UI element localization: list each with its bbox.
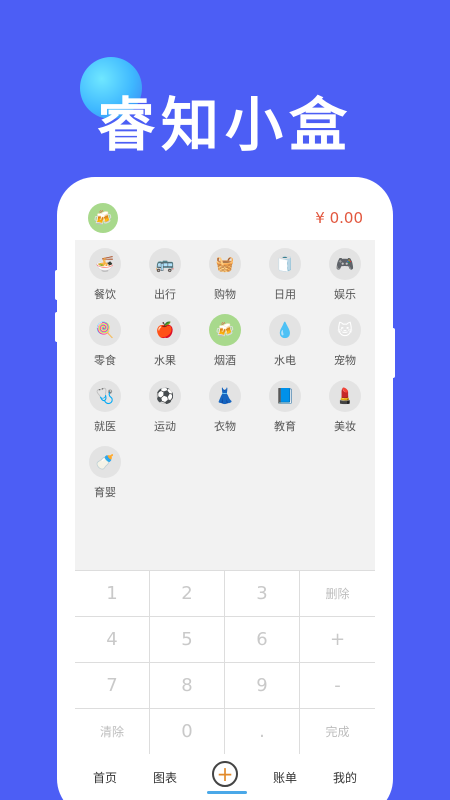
basket-icon: 🧺 [209, 248, 241, 280]
pet-icon: 🐱 [329, 314, 361, 346]
bottom-nav: 首页 图表 + 账单 我的 [75, 754, 375, 800]
category-label: 育婴 [94, 486, 116, 499]
delete-button[interactable]: 删除 [300, 571, 375, 617]
category-label: 餐饮 [94, 288, 116, 301]
category-item[interactable]: 🍎 水果 [135, 314, 195, 372]
category-label: 零食 [94, 354, 116, 367]
category-label: 购物 [214, 288, 236, 301]
plus-button[interactable]: + [300, 617, 375, 663]
number-keypad: 1 2 3 删除 4 5 6 +7 8 9- 清除 0. 完成 [75, 570, 375, 755]
amount-display: ¥ 0.00 [315, 209, 363, 227]
cosmetics-icon: 💄 [329, 380, 361, 412]
category-item[interactable]: ⚽ 运动 [135, 380, 195, 438]
key-7[interactable]: 7 [75, 663, 150, 709]
tissue-icon: 🧻 [269, 248, 301, 280]
key-5[interactable]: 5 [150, 617, 225, 663]
ball-icon: ⚽ [149, 380, 181, 412]
category-label: 运动 [154, 420, 176, 433]
category-item[interactable]: 🧻 日用 [255, 248, 315, 306]
category-item[interactable]: 🍜 餐饮 [75, 248, 135, 306]
category-label: 水果 [154, 354, 176, 367]
category-item[interactable]: 🐱 宠物 [315, 314, 375, 372]
nav-charts[interactable]: 图表 [135, 754, 195, 800]
category-label: 就医 [94, 420, 116, 433]
category-item[interactable]: 🩺 就医 [75, 380, 135, 438]
nav-home[interactable]: 首页 [75, 754, 135, 800]
lollipop-icon: 🍭 [89, 314, 121, 346]
category-item[interactable]: 🍼 育婴 [75, 446, 135, 504]
water-drop-icon: 💧 [269, 314, 301, 346]
key-2[interactable]: 2 [150, 571, 225, 617]
category-label: 出行 [154, 288, 176, 301]
category-label: 教育 [274, 420, 296, 433]
apple-icon: 🍎 [149, 314, 181, 346]
category-label: 日用 [274, 288, 296, 301]
category-panel: 🍜 餐饮 🚌 出行 🧺 购物 🧻 日用 🎮 娱乐 🍭 零食 🍎 水果 🍻 烟酒 💧 水电 🐱 宠物 🩺 就医 ⚽ 运动 👗 衣物 📘… [75, 240, 375, 570]
medical-kit-icon: 🩺 [89, 380, 121, 412]
bus-icon: 🚌 [149, 248, 181, 280]
add-icon[interactable]: + [212, 761, 238, 787]
category-item[interactable]: 📘 教育 [255, 380, 315, 438]
category-label: 衣物 [214, 420, 236, 433]
food-icon: 🍜 [89, 248, 121, 280]
dress-icon: 👗 [209, 380, 241, 412]
category-label: 宠物 [334, 354, 356, 367]
app-screen: 🍻 ¥ 0.00 🍜 餐饮 🚌 出行 🧺 购物 🧻 日用 🎮 娱乐 🍭 零食 🍎 水果 🍻 烟酒 💧 水电 🐱 宠物 🩺… [75, 198, 375, 800]
category-label: 美妆 [334, 420, 356, 433]
category-item[interactable]: 🚌 出行 [135, 248, 195, 306]
done-button[interactable]: 完成 [300, 709, 375, 755]
promo-title: 睿知小盒 [96, 91, 353, 159]
nav-add[interactable]: + [195, 754, 255, 800]
nav-mine[interactable]: 我的 [315, 754, 375, 800]
key-3[interactable]: 3 [225, 571, 300, 617]
category-label: 烟酒 [214, 354, 236, 367]
selected-category-icon: 🍻 [88, 203, 118, 233]
baby-bottle-icon: 🍼 [89, 446, 121, 478]
category-item[interactable]: 👗 衣物 [195, 380, 255, 438]
nav-bills[interactable]: 账单 [255, 754, 315, 800]
category-label: 水电 [274, 354, 296, 367]
education-icon: 📘 [269, 380, 301, 412]
category-label: 娱乐 [334, 288, 356, 301]
key-1[interactable]: 1 [75, 571, 150, 617]
active-tab-indicator [207, 791, 247, 794]
key-6[interactable]: 6 [225, 617, 300, 663]
key-0[interactable]: 0 [150, 709, 225, 755]
category-item[interactable]: 🍻 烟酒 [195, 314, 255, 372]
category-item[interactable]: 🧺 购物 [195, 248, 255, 306]
category-item[interactable]: 💄 美妆 [315, 380, 375, 438]
gamepad-icon: 🎮 [329, 248, 361, 280]
decimal-button[interactable]: . [225, 709, 300, 755]
minus-button[interactable]: - [300, 663, 375, 709]
beer-icon: 🍻 [209, 314, 241, 346]
category-grid: 🍜 餐饮 🚌 出行 🧺 购物 🧻 日用 🎮 娱乐 🍭 零食 🍎 水果 🍻 烟酒 💧 水电 🐱 宠物 🩺 就医 ⚽ 运动 👗 衣物 📘… [75, 248, 375, 504]
key-8[interactable]: 8 [150, 663, 225, 709]
key-4[interactable]: 4 [75, 617, 150, 663]
top-bar: 🍻 ¥ 0.00 [75, 198, 375, 240]
category-item[interactable]: 💧 水电 [255, 314, 315, 372]
category-item[interactable]: 🎮 娱乐 [315, 248, 375, 306]
key-9[interactable]: 9 [225, 663, 300, 709]
category-item[interactable]: 🍭 零食 [75, 314, 135, 372]
clear-button[interactable]: 清除 [75, 709, 150, 755]
